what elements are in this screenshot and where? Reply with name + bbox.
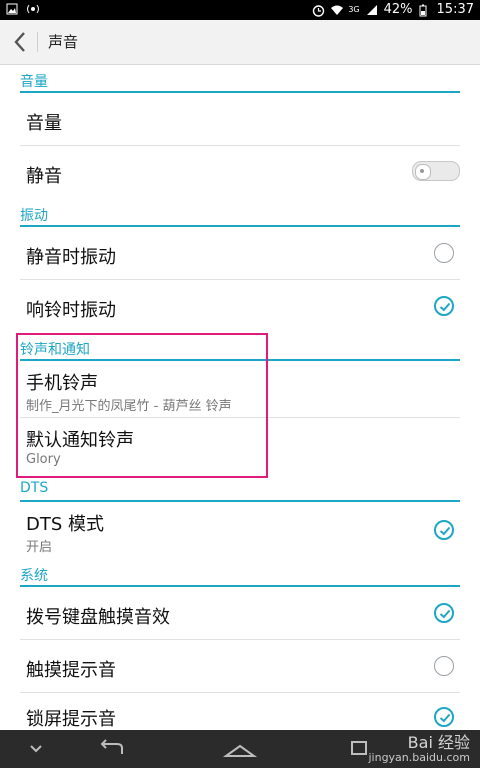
back-nav-button[interactable] [92, 736, 132, 762]
hide-keyboard-button[interactable] [16, 736, 56, 762]
settings-list[interactable]: 音量 音量 静音 振动 静音时振动 响铃时振动 铃声和通知 手机铃声 制作_月光… [0, 65, 480, 730]
setting-phone-ringtone[interactable]: 手机铃声 制作_月光下的凤尾竹 - 葫芦丝 铃声 [20, 361, 460, 418]
action-bar: 声音 [0, 20, 480, 65]
navigation-bar: Bai 经验 jingyan.baidu.com [0, 730, 480, 768]
divider [37, 32, 38, 52]
checkmark-icon [439, 609, 451, 619]
section-header: 系统 [20, 568, 48, 584]
home-button[interactable] [220, 736, 260, 762]
setting-touch-sound[interactable]: 触摸提示音 [20, 640, 460, 693]
wifi-icon [330, 4, 344, 16]
section-system: 系统 [20, 565, 460, 585]
watermark-brand: Bai 经验 [407, 733, 470, 752]
battery-percent: 42% [383, 2, 413, 17]
home-icon [222, 744, 258, 757]
setting-mute[interactable]: 静音 [20, 146, 460, 198]
dts-mode-checkbox[interactable] [434, 520, 454, 540]
signal-notification-icon [26, 3, 39, 15]
section-dts: DTS [20, 480, 460, 496]
mute-toggle[interactable] [412, 161, 460, 181]
dial-touch-sound-checkbox[interactable] [434, 603, 454, 623]
setting-notification-ringtone[interactable]: 默认通知铃声 Glory [20, 418, 460, 474]
network-type: 3G [348, 5, 360, 14]
section-vibration: 振动 [20, 205, 460, 225]
setting-vibrate-on-mute[interactable]: 静音时振动 [20, 227, 460, 280]
alarm-icon [312, 4, 325, 17]
vibrate-on-mute-checkbox[interactable] [434, 243, 454, 263]
watermark: Bai 经验 jingyan.baidu.com [368, 734, 470, 764]
setting-vibrate-on-ring[interactable]: 响铃时振动 [20, 280, 460, 332]
battery-icon [419, 4, 431, 17]
status-bar: 3G 42% 15:37 [0, 0, 480, 20]
cell-signal-icon [366, 4, 378, 16]
setting-label: 手机铃声 [26, 373, 98, 394]
section-header: 铃声和通知 [20, 342, 90, 358]
section-ringtone: 铃声和通知 [20, 339, 460, 359]
checkmark-icon [439, 713, 451, 723]
back-button[interactable] [10, 30, 30, 54]
setting-label: DTS 模式 [26, 514, 105, 535]
checkmark-icon [439, 526, 451, 536]
lockscreen-sound-checkbox[interactable] [434, 707, 454, 727]
setting-label: 音量 [26, 113, 62, 134]
setting-summary: Glory [26, 452, 61, 467]
setting-label: 响铃时振动 [26, 300, 116, 321]
setting-label: 默认通知铃声 [26, 430, 134, 451]
chevron-down-icon [30, 745, 42, 753]
setting-dial-touch-sound[interactable]: 拨号键盘触摸音效 [20, 587, 460, 640]
setting-label: 触摸提示音 [26, 660, 116, 681]
section-header: 音量 [20, 74, 48, 90]
section-header: 振动 [20, 208, 48, 224]
setting-label: 静音 [26, 166, 62, 187]
toggle-dot [420, 169, 424, 173]
setting-summary: 制作_月光下的凤尾竹 - 葫芦丝 铃声 [26, 399, 232, 414]
setting-label: 静音时振动 [26, 247, 116, 268]
vibrate-on-ring-checkbox[interactable] [434, 296, 454, 316]
setting-dts-mode[interactable]: DTS 模式 开启 [20, 502, 460, 558]
setting-summary: 开启 [26, 540, 53, 555]
setting-label: 锁屏提示音 [26, 709, 116, 730]
watermark-url: jingyan.baidu.com [368, 751, 470, 764]
image-notification-icon [6, 3, 18, 15]
checkmark-icon [439, 302, 451, 312]
section-volume: 音量 [20, 71, 460, 91]
setting-label: 拨号键盘触摸音效 [26, 607, 170, 628]
clock: 15:37 [436, 2, 474, 17]
chevron-left-icon [14, 32, 25, 52]
touch-sound-checkbox[interactable] [434, 656, 454, 676]
setting-volume[interactable]: 音量 [20, 93, 460, 146]
back-arrow-icon [100, 739, 123, 754]
section-header: DTS [20, 480, 49, 496]
setting-lockscreen-sound[interactable]: 锁屏提示音 [20, 693, 460, 733]
page-title: 声音 [48, 33, 79, 51]
